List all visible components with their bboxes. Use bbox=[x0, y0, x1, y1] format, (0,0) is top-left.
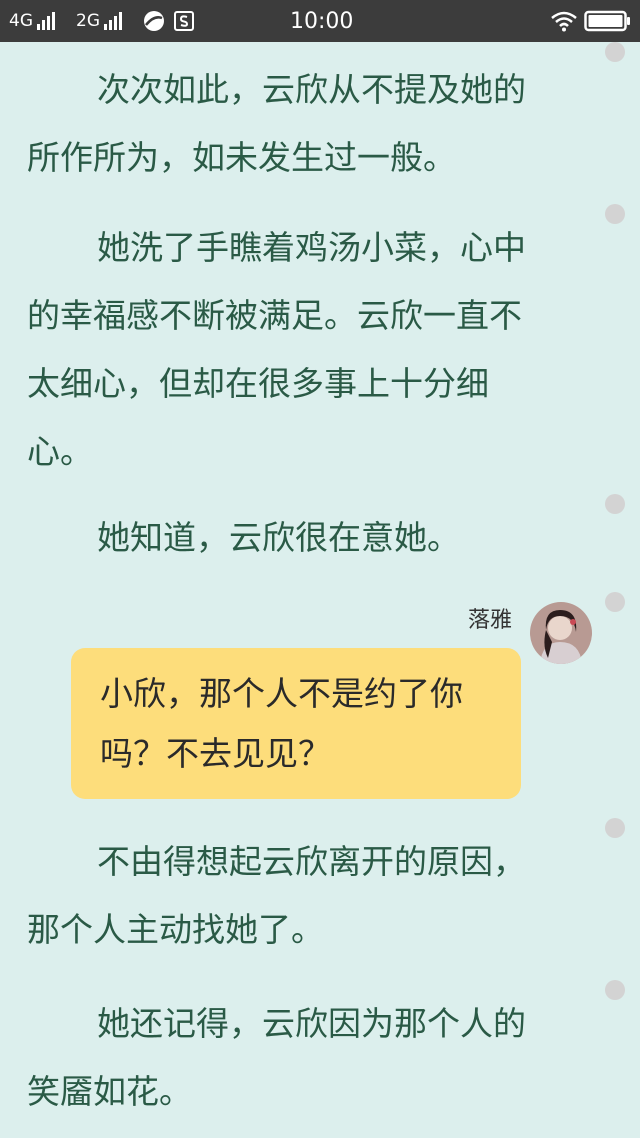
signal-icon bbox=[37, 12, 55, 30]
reader-content[interactable]: 次次如此，云欣从不提及她的 所作所为，如未发生过一般。 她洗了手瞧着鸡汤小菜，心… bbox=[0, 42, 640, 1138]
network-2g-label: 2G bbox=[76, 11, 100, 31]
paragraph: 不由得想起云欣离开的原因， 那个人主动找她了。 bbox=[27, 842, 526, 949]
dialogue-bubble: 小欣，那个人不是约了你 吗？不去见见？ bbox=[71, 648, 521, 799]
paragraph: 她还记得，云欣因为那个人的 笑靥如花。 bbox=[27, 1004, 526, 1111]
comment-dot[interactable] bbox=[605, 42, 625, 62]
paragraph: 她洗了手瞧着鸡汤小菜，心中 的幸福感不断被满足。云欣一直不 太细心，但却在很多事… bbox=[27, 228, 526, 471]
clock: 10:00 bbox=[290, 8, 354, 34]
speaker-name: 落雅 bbox=[468, 608, 513, 633]
browser-icon bbox=[143, 0, 165, 42]
network-2g: 2G bbox=[76, 0, 122, 42]
app-notification-icon bbox=[174, 0, 194, 42]
battery-icon bbox=[584, 0, 632, 42]
network-4g-label: 4G bbox=[9, 11, 33, 31]
paragraph: 次次如此，云欣从不提及她的 所作所为，如未发生过一般。 bbox=[27, 70, 526, 177]
comment-dot[interactable] bbox=[605, 980, 625, 1000]
comment-dot[interactable] bbox=[605, 818, 625, 838]
status-bar: 4G 2G 10:00 bbox=[0, 0, 640, 42]
paragraph: 她知道，云欣很在意她。 bbox=[97, 518, 460, 557]
comment-dot[interactable] bbox=[605, 204, 625, 224]
speaker-avatar[interactable] bbox=[530, 602, 592, 664]
signal-icon bbox=[104, 12, 122, 30]
comment-dot[interactable] bbox=[605, 494, 625, 514]
comment-dot[interactable] bbox=[605, 592, 625, 612]
wifi-icon bbox=[551, 0, 577, 42]
network-4g: 4G bbox=[9, 0, 55, 42]
